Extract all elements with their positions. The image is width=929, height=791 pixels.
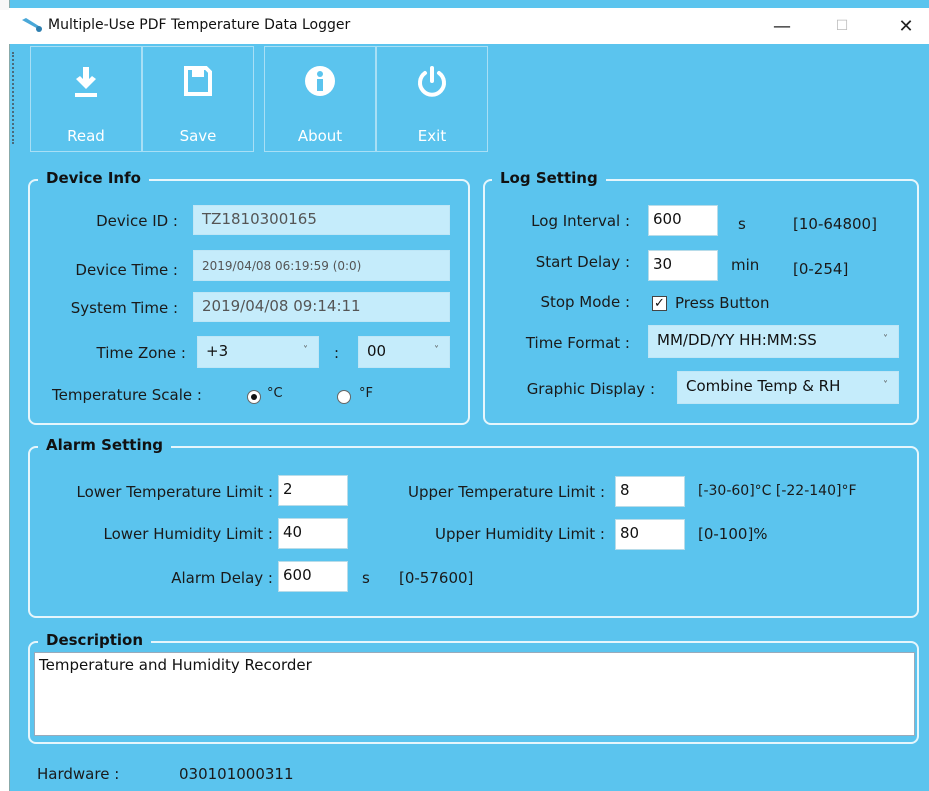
about-button[interactable]: About <box>264 46 376 152</box>
temperature-scale-label: Temperature Scale : <box>52 386 202 404</box>
read-label: Read <box>67 127 105 145</box>
upper-temperature-limit-label: Upper Temperature Limit : <box>408 483 605 501</box>
lower-humidity-limit-input[interactable]: 40 <box>278 518 348 549</box>
celsius-radio[interactable] <box>247 390 261 404</box>
lower-temperature-limit-label: Lower Temperature Limit : <box>76 483 274 501</box>
read-button[interactable]: Read <box>30 46 142 152</box>
temperature-range: [-30-60]°C [-22-140]°F <box>698 483 857 499</box>
stop-mode-label: Stop Mode : <box>540 293 630 311</box>
device-info-title: Device Info <box>38 169 149 187</box>
description-title: Description <box>38 631 152 649</box>
system-time-field[interactable]: 2019/04/08 09:14:11 <box>193 292 450 322</box>
graphic-display-label: Graphic Display : <box>526 380 655 398</box>
device-time-label: Device Time : <box>75 261 178 279</box>
humidity-range: [0-100]% <box>698 525 768 543</box>
time-zone-separator: : <box>334 344 340 362</box>
toolbar-grip[interactable] <box>12 52 18 144</box>
time-format-select[interactable]: MM/DD/YY HH:MM:SS ˅ <box>648 325 899 358</box>
chevron-down-icon: ˅ <box>883 380 888 391</box>
chevron-down-icon: ˅ <box>883 334 888 345</box>
start-delay-input[interactable]: 30 <box>648 250 718 281</box>
press-button-label: Press Button <box>675 294 770 312</box>
log-interval-range: [10-64800] <box>793 215 877 233</box>
time-zone-hours-value: +3 <box>206 342 229 360</box>
maximize-button[interactable]: ☐ <box>824 12 860 40</box>
upper-temperature-limit-input[interactable]: 8 <box>615 476 685 507</box>
upper-humidity-limit-label: Upper Humidity Limit : <box>435 525 605 543</box>
log-setting-title: Log Setting <box>492 169 606 187</box>
window-title: Multiple-Use PDF Temperature Data Logger <box>48 17 351 33</box>
start-delay-unit: min <box>731 256 760 274</box>
minimize-button[interactable]: — <box>764 12 800 40</box>
upper-humidity-limit-input[interactable]: 80 <box>615 519 685 550</box>
close-button[interactable]: ✕ <box>888 12 924 40</box>
device-id-label: Device ID : <box>96 212 178 230</box>
lower-humidity-limit-label: Lower Humidity Limit : <box>103 525 274 543</box>
fahrenheit-label: °F <box>359 386 373 401</box>
device-time-field[interactable]: 2019/04/08 06:19:59 (0:0) <box>193 250 450 281</box>
chevron-down-icon: ˅ <box>303 345 308 356</box>
exit-label: Exit <box>417 127 447 145</box>
fahrenheit-radio[interactable] <box>337 390 351 404</box>
time-format-value: MM/DD/YY HH:MM:SS <box>657 331 817 349</box>
alarm-setting-title: Alarm Setting <box>38 436 171 454</box>
thermometer-app-icon <box>22 18 42 32</box>
save-button[interactable]: Save <box>142 46 254 152</box>
hardware-label: Hardware : <box>37 765 120 783</box>
time-zone-label: Time Zone : <box>96 344 187 362</box>
exit-button[interactable]: Exit <box>376 46 488 152</box>
alarm-delay-input[interactable]: 600 <box>278 561 348 592</box>
hardware-version: 030101000311 <box>179 765 294 783</box>
info-icon <box>305 66 335 96</box>
description-textarea[interactable]: Temperature and Humidity Recorder <box>34 652 915 736</box>
about-label: About <box>297 127 343 145</box>
graphic-display-value: Combine Temp & RH <box>686 377 841 395</box>
log-interval-unit: s <box>738 215 746 233</box>
time-zone-minutes-value: 00 <box>367 342 387 360</box>
alarm-delay-range: [0-57600] <box>399 569 474 587</box>
celsius-label: °C <box>267 386 283 401</box>
time-zone-hours-select[interactable]: +3 ˅ <box>197 336 319 368</box>
download-icon <box>75 67 97 97</box>
device-id-field[interactable]: TZ1810300165 <box>193 205 450 235</box>
floppy-disk-icon <box>184 66 212 96</box>
log-interval-input[interactable]: 600 <box>648 205 718 236</box>
save-label: Save <box>179 127 217 145</box>
time-format-label: Time Format : <box>525 334 630 352</box>
graphic-display-select[interactable]: Combine Temp & RH ˅ <box>677 371 899 404</box>
alarm-delay-unit: s <box>362 569 370 587</box>
power-icon <box>418 66 446 97</box>
press-button-checkbox[interactable]: ✓ <box>652 296 667 311</box>
alarm-delay-label: Alarm Delay : <box>171 569 273 587</box>
start-delay-range: [0-254] <box>793 260 849 278</box>
start-delay-label: Start Delay : <box>535 253 630 271</box>
lower-temperature-limit-input[interactable]: 2 <box>278 475 348 506</box>
chevron-down-icon: ˅ <box>434 345 439 356</box>
system-time-label: System Time : <box>70 299 178 317</box>
log-interval-label: Log Interval : <box>531 212 630 230</box>
time-zone-minutes-select[interactable]: 00 ˅ <box>358 336 450 368</box>
